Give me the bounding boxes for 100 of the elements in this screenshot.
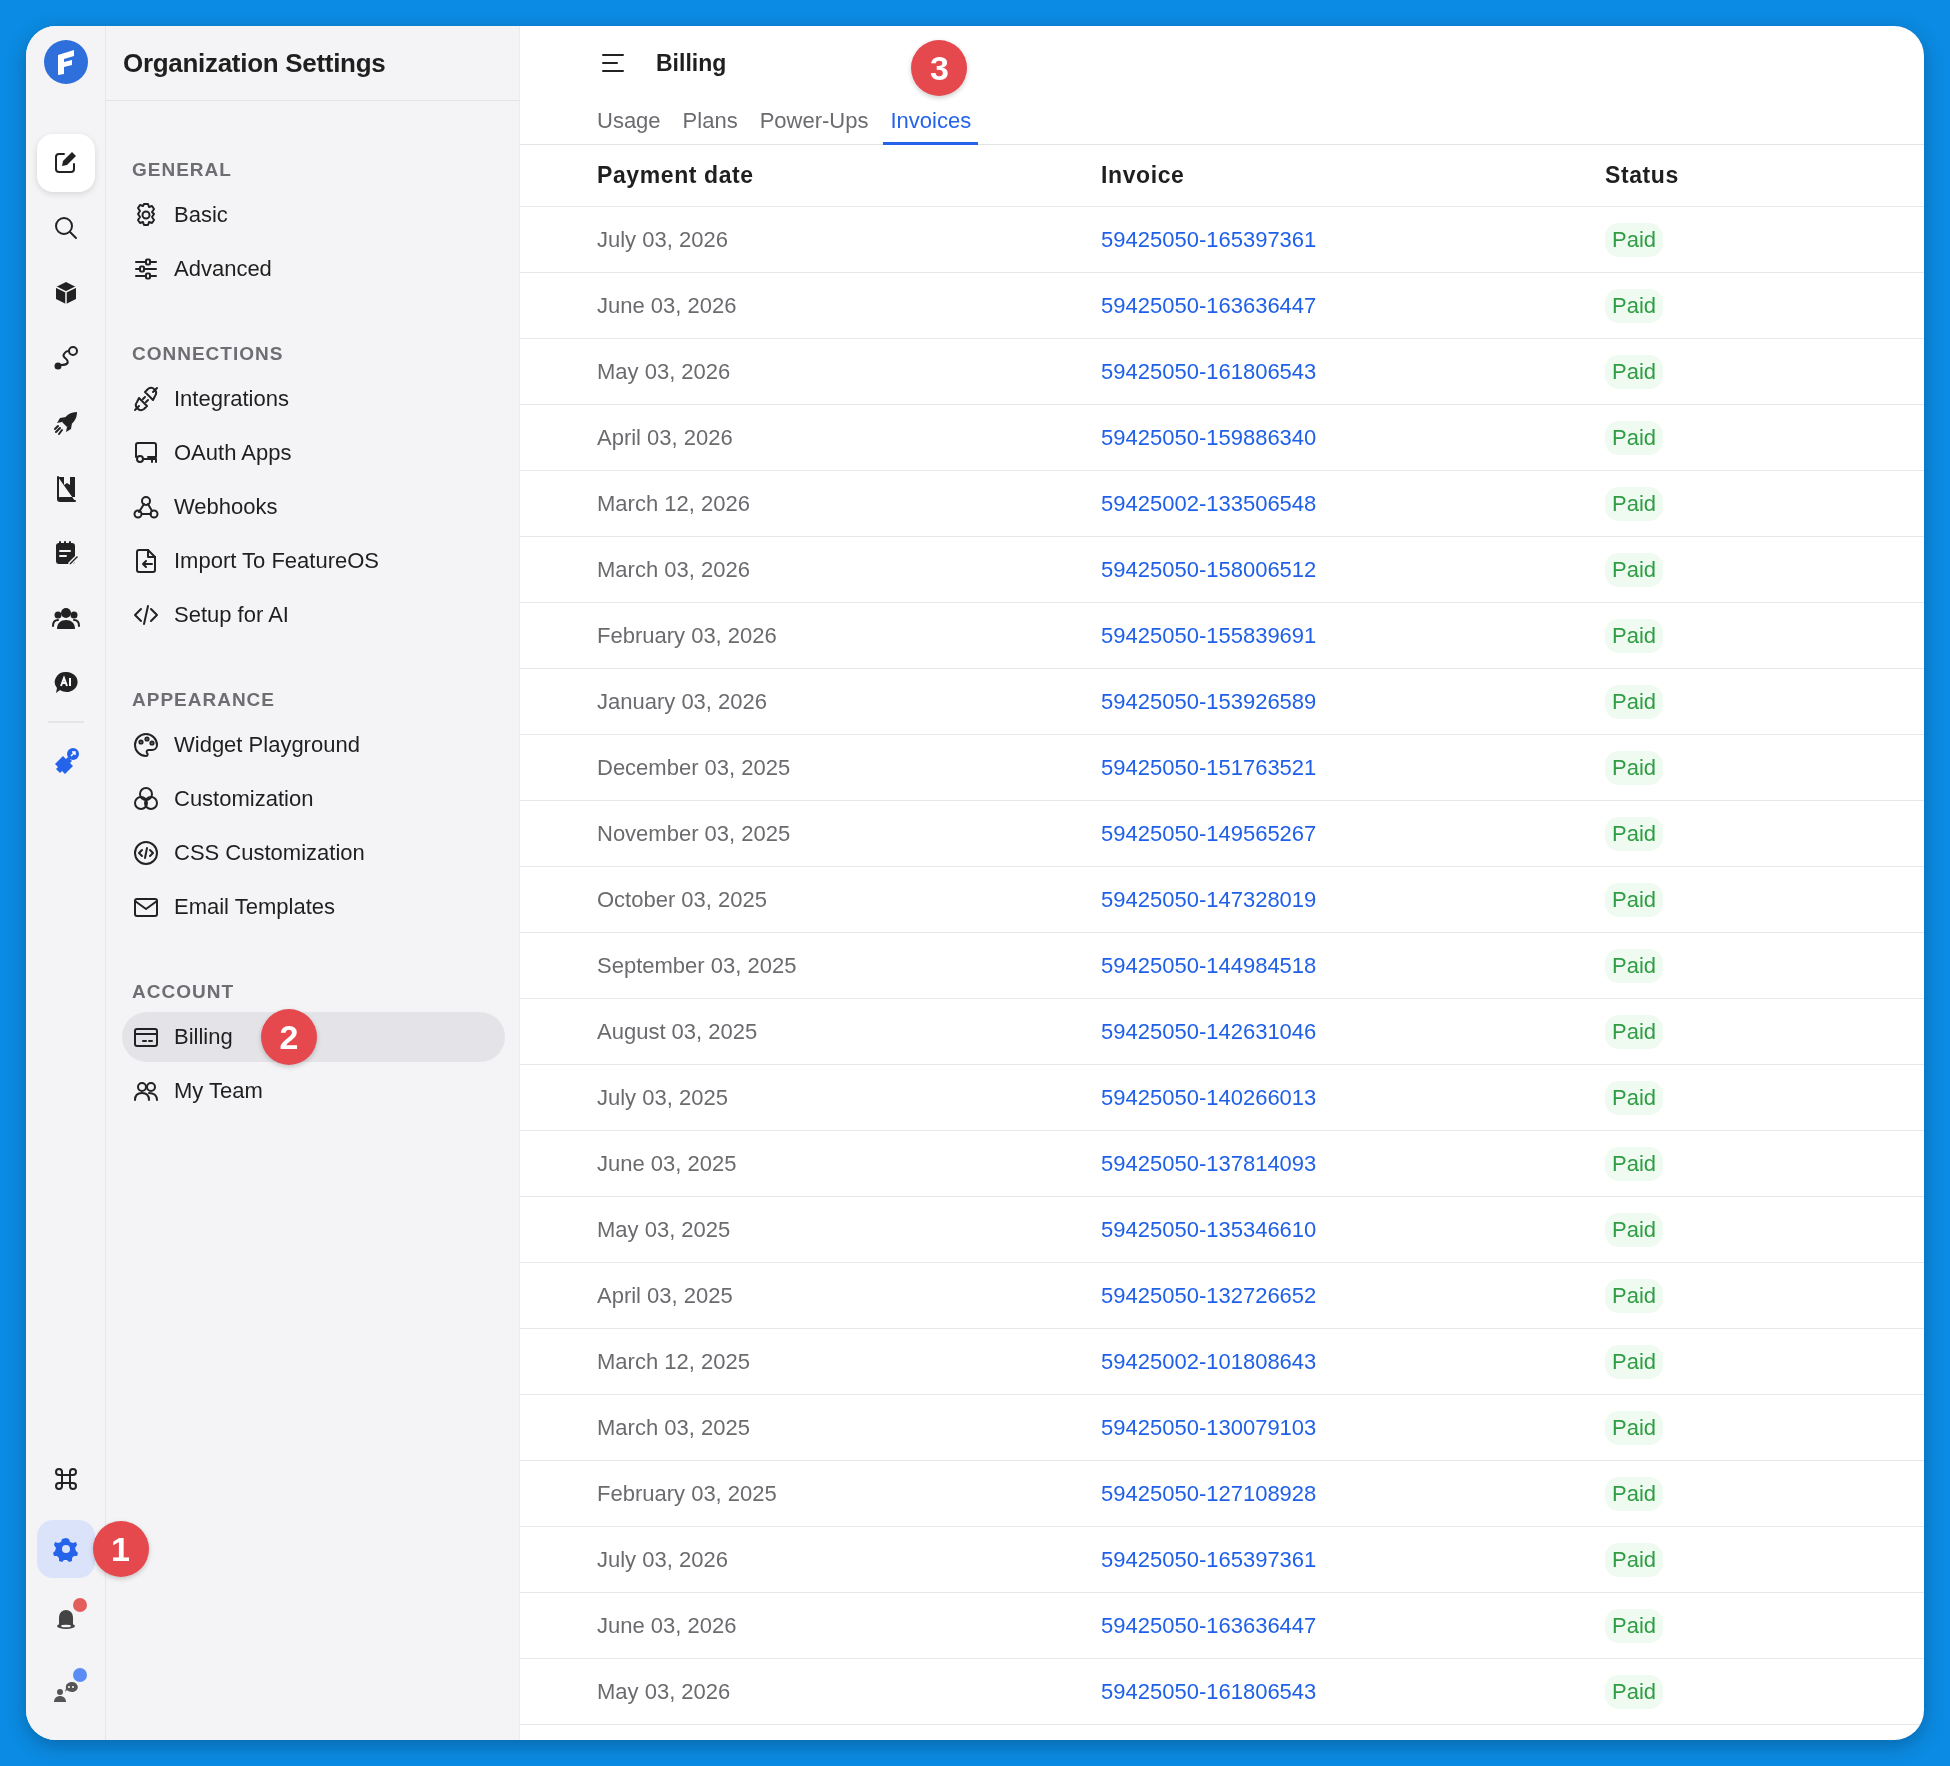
sidebar-item[interactable]: OAuth Apps: [122, 428, 505, 478]
status-badge: Paid: [1605, 1278, 1664, 1313]
table-cell: June 03, 2026: [597, 1612, 737, 1639]
status-badge: Paid: [1605, 750, 1664, 785]
status-badge: Paid: [1605, 882, 1664, 917]
table-cell: April 03, 2025: [597, 1282, 733, 1309]
page-title: Billing: [656, 49, 727, 77]
sidebar-item[interactable]: CSS Customization: [122, 828, 505, 878]
table-cell: February 03, 2026: [597, 622, 777, 649]
table-cell: March 03, 2025: [597, 1414, 750, 1441]
invoice-link[interactable]: 59425050-142631046: [1101, 1018, 1317, 1045]
status-badge: Paid: [1605, 1410, 1664, 1445]
sidebar-item[interactable]: Email Templates: [122, 882, 505, 932]
invoice-link[interactable]: 59425050-135346610: [1101, 1216, 1317, 1243]
table-cell: December 03, 2025: [597, 754, 791, 781]
table-cell: October 03, 2025: [597, 886, 767, 913]
sidebar-item[interactable]: My Team: [122, 1066, 505, 1116]
table-cell: March 12, 2025: [597, 1348, 750, 1375]
status-badge: Paid: [1605, 1146, 1664, 1181]
step-marker: 2: [261, 1009, 317, 1065]
tab[interactable]: Plans: [675, 100, 745, 145]
table-cell: July 03, 2026: [597, 1546, 728, 1573]
status-badge: Paid: [1605, 420, 1664, 455]
table-cell: November 03, 2025: [597, 820, 791, 847]
status-badge: Paid: [1605, 1344, 1664, 1379]
invoice-link[interactable]: 59425050-127108928: [1101, 1480, 1317, 1507]
invoice-link[interactable]: 59425002-133506548: [1101, 490, 1317, 517]
tab[interactable]: Usage: [590, 100, 668, 145]
invoice-link[interactable]: 59425050-163636447: [1101, 292, 1317, 319]
table-cell: March 12, 2026: [597, 490, 750, 517]
sidebar-title: Organization Settings: [106, 26, 519, 101]
invoice-link[interactable]: 59425050-132726652: [1101, 1282, 1317, 1309]
status-badge: Paid: [1605, 288, 1664, 323]
status-badge: Paid: [1605, 618, 1664, 653]
table-cell: June 03, 2026: [597, 292, 737, 319]
status-badge: Paid: [1605, 486, 1664, 521]
table-cell: January 03, 2026: [597, 688, 768, 715]
status-badge: Paid: [1605, 1542, 1664, 1577]
status-badge: Paid: [1605, 1674, 1664, 1709]
invoice-link[interactable]: 59425050-158006512: [1101, 556, 1317, 583]
status-badge: Paid: [1605, 1212, 1664, 1247]
code-circle-icon: [132, 839, 160, 867]
invoice-link[interactable]: 59425050-161806543: [1101, 1678, 1317, 1705]
step-marker: 1: [92, 1521, 149, 1577]
webhook-icon: [132, 493, 160, 521]
table-cell: April 03, 2026: [597, 424, 733, 451]
invoice-link[interactable]: 59425050-165397361: [1101, 1546, 1317, 1573]
plug-icon: [132, 385, 160, 413]
invoice-link[interactable]: 59425050-137814093: [1101, 1150, 1317, 1177]
sidebar-item[interactable]: Advanced: [122, 244, 505, 294]
section-heading: ACCOUNT: [131, 980, 234, 1004]
invoice-link[interactable]: 59425050-140266013: [1101, 1084, 1317, 1111]
invoice-link[interactable]: 59425050-149565267: [1101, 820, 1317, 847]
invoice-link[interactable]: 59425050-165397361: [1101, 226, 1317, 253]
status-badge: Paid: [1605, 1476, 1664, 1511]
invoice-link[interactable]: 59425050-163636447: [1101, 1612, 1317, 1639]
sidebar-item[interactable]: Billing 2: [122, 1012, 505, 1062]
circles-icon: [132, 785, 160, 813]
palette-icon: [132, 731, 160, 759]
settings-icon[interactable]: [51, 1535, 80, 1563]
invoice-link[interactable]: 59425050-153926589: [1101, 688, 1317, 715]
invoice-link[interactable]: 59425050-147328019: [1101, 886, 1317, 913]
status-badge: Paid: [1605, 1608, 1664, 1643]
status-badge: Paid: [1605, 552, 1664, 587]
table-cell: March 03, 2026: [597, 556, 750, 583]
sidebar-item[interactable]: Widget Playground: [122, 720, 505, 770]
column-header: Invoice: [1101, 162, 1185, 189]
status-badge: Paid: [1605, 1014, 1664, 1049]
table-cell: May 03, 2026: [597, 358, 731, 385]
invoice-link[interactable]: 59425050-155839691: [1101, 622, 1317, 649]
table-cell: July 03, 2026: [597, 226, 728, 253]
sidebar-item[interactable]: Customization: [122, 774, 505, 824]
status-badge: Paid: [1605, 684, 1664, 719]
sidebar-item[interactable]: Integrations: [122, 374, 505, 424]
tab[interactable]: Power-Ups: [752, 100, 876, 145]
invoice-link[interactable]: 59425050-130079103: [1101, 1414, 1317, 1441]
table-cell: June 03, 2025: [597, 1150, 737, 1177]
invoice-link[interactable]: 59425002-101808643: [1101, 1348, 1317, 1375]
status-badge: Paid: [1605, 816, 1664, 851]
step-marker: 3: [911, 40, 968, 96]
table-cell: May 03, 2025: [597, 1216, 731, 1243]
sidebar-item[interactable]: Import To FeatureOS: [122, 536, 505, 586]
table-cell: July 03, 2025: [597, 1084, 728, 1111]
sidebar-item[interactable]: Basic: [122, 190, 505, 240]
rocket-icon[interactable]: [51, 409, 80, 437]
logo[interactable]: [43, 40, 88, 84]
invoice-link[interactable]: 59425050-151763521: [1101, 754, 1317, 781]
column-header: Status: [1605, 162, 1679, 189]
table-cell: February 03, 2025: [597, 1480, 777, 1507]
table-cell: September 03, 2025: [597, 952, 797, 979]
invoice-link[interactable]: 59425050-161806543: [1101, 358, 1317, 385]
invoice-link[interactable]: 59425050-144984518: [1101, 952, 1317, 979]
tab[interactable]: Invoices: [883, 100, 979, 145]
invoice-link[interactable]: 59425050-159886340: [1101, 424, 1317, 451]
sidebar-item[interactable]: Setup for AI: [122, 590, 505, 640]
status-badge: Paid: [1605, 948, 1664, 983]
status-badge: Paid: [1605, 1080, 1664, 1115]
sidebar-item[interactable]: Webhooks: [122, 482, 505, 532]
column-header: Payment date: [597, 162, 754, 189]
status-badge: Paid: [1605, 222, 1664, 257]
